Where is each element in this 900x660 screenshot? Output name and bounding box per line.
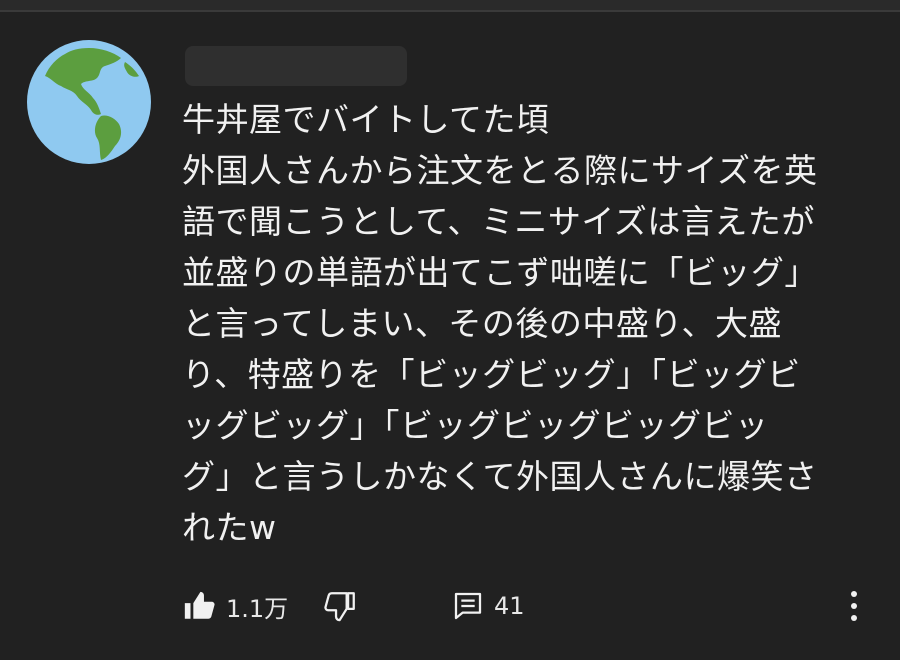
thumbs-up-filled-icon — [184, 591, 215, 619]
dislike-button[interactable] — [324, 586, 358, 626]
comment-line: 並盛りの単語が出てこず咄嗟に「ビッグ」 — [182, 253, 818, 292]
avatar[interactable] — [27, 40, 151, 164]
comment-text: 牛丼屋でバイトしてた頃 外国人さんから注文をとる際にサイズを英 語で聞こうとして… — [182, 94, 862, 553]
reply-button[interactable]: 41 — [452, 586, 525, 626]
comment-actions: 1.1万 41 — [182, 580, 872, 630]
comment-line: 語で聞こうとして、ミニサイズは言えたが — [182, 202, 815, 241]
like-count: 1.1万 — [226, 594, 289, 623]
more-options-button[interactable] — [842, 586, 866, 626]
like-button[interactable]: 1.1万 — [182, 586, 288, 626]
top-divider — [0, 0, 900, 12]
earth-globe-icon — [27, 40, 151, 164]
comment-line: ッグビッグ」「ビッグビッグビッグビッ — [182, 406, 769, 445]
thumbs-down-outline-icon — [324, 592, 355, 622]
comment-line: れたw — [182, 508, 277, 547]
comment-icon — [454, 592, 482, 620]
more-vertical-icon — [851, 591, 857, 621]
reply-count: 41 — [494, 592, 525, 620]
comment-line: 牛丼屋でバイトしてた頃 — [182, 100, 550, 139]
comment-line: と言ってしまい、その後の中盛り、大盛 — [182, 304, 783, 343]
author-name-redacted[interactable] — [185, 46, 407, 86]
comment-line: グ」と言うしかなくて外国人さんに爆笑さ — [182, 457, 818, 496]
comment-line: り、特盛りを「ビッグビッグ」「ビッグビ — [182, 355, 801, 394]
comment-line: 外国人さんから注文をとる際にサイズを英 — [182, 151, 818, 190]
